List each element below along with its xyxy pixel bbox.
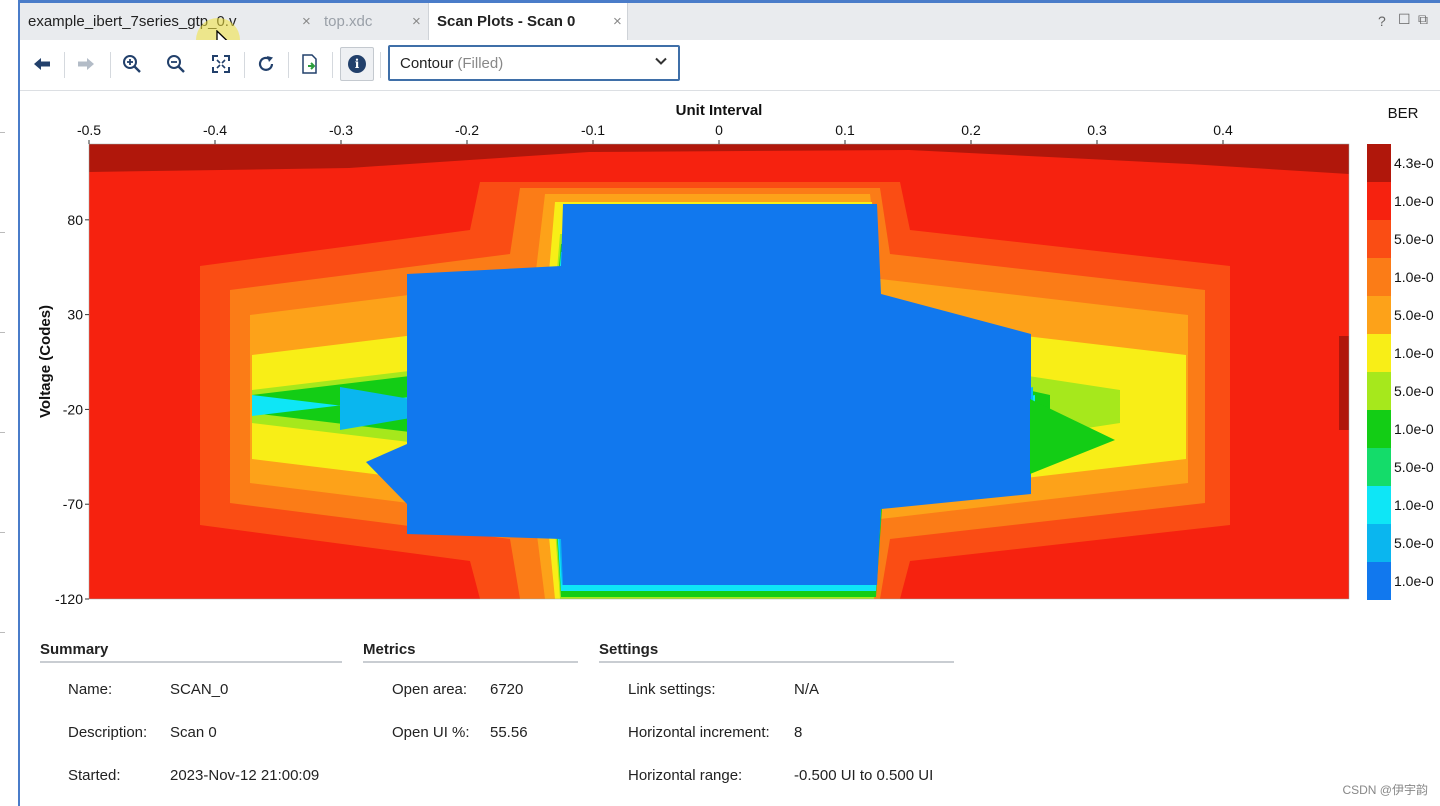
metrics-divider [363,661,578,663]
legend-label: 4.3e-0 [1394,155,1434,171]
left-dock-strip [0,0,20,806]
legend-label: 1.0e-0 [1394,193,1434,209]
settings-h-increment-label: Horizontal increment: [628,724,770,741]
legend-title: BER [1388,105,1419,122]
settings-h-increment-value: 8 [794,724,803,741]
legend-label: 5.0e-0 [1394,307,1434,323]
y-tick-label: -120 [55,591,83,607]
plot-toolbar: i Contour (Filled) [20,40,1440,91]
contour-plot[interactable]: Unit Interval -0.5 -0.4 -0.3 -0.2 -0.1 0 0.1 0.2… [20,91,1440,626]
back-arrow-icon[interactable] [26,48,58,80]
legend-label: 5.0e-0 [1394,231,1434,247]
zoom-in-icon[interactable] [116,48,148,80]
metrics-open-ui-value: 55.56 [490,724,528,741]
summary-name-label: Name: [68,681,113,698]
zoom-fit-icon[interactable] [205,48,237,80]
legend-label: 5.0e-0 [1394,383,1434,399]
x-tick-label: -0.1 [581,122,605,138]
legend-swatch [1367,410,1391,448]
plot-type-qualifier: (Filled) [457,54,504,72]
legend-swatch [1367,144,1391,182]
legend-swatch [1367,448,1391,486]
chevron-down-icon [655,57,667,65]
scan-summary-panel: Summary Name: SCAN_0 Description: Scan 0… [20,630,1440,806]
forward-arrow-icon[interactable] [70,48,102,80]
info-icon[interactable]: i [340,47,374,81]
tab-example-ibert[interactable]: example_ibert_7series_gtp_0.v × [20,3,320,40]
x-tick-label: 0 [715,122,723,138]
x-tick-label: 0.4 [1213,122,1233,138]
watermark: CSDN @伊宇韵 [1342,783,1428,797]
legend-swatch [1367,182,1391,220]
x-tick-label: -0.3 [329,122,353,138]
y-axis-label: Voltage (Codes) [37,305,54,418]
eye-scan-plot-area: Unit Interval -0.5 -0.4 -0.3 -0.2 -0.1 0 0.1 0.2… [20,91,1440,626]
export-icon[interactable] [294,48,326,80]
x-tick-label: -0.5 [77,122,101,138]
legend-label: 5.0e-0 [1394,459,1434,475]
summary-started-label: Started: [68,767,121,784]
legend-label: 1.0e-0 [1394,345,1434,361]
summary-name-value: SCAN_0 [170,681,229,698]
x-tick-label: -0.4 [203,122,227,138]
x-tick-label: 0.3 [1087,122,1107,138]
legend-swatch [1367,258,1391,296]
tab-top-xdc[interactable]: top.xdc × [316,3,428,40]
settings-heading: Settings [599,641,659,658]
float-icon[interactable]: ⧉ [1418,11,1428,28]
summary-divider [40,661,342,663]
legend-swatch [1367,296,1391,334]
summary-description-label: Description: [68,724,148,741]
tab-label: Scan Plots - Scan 0 [437,13,576,30]
x-tick-label: 0.2 [961,122,981,138]
x-tick-label: -0.2 [455,122,479,138]
metrics-open-area-value: 6720 [490,681,524,698]
plot-type-value: Contour [400,54,454,72]
close-icon[interactable]: × [412,13,421,30]
legend-label: 1.0e-0 [1394,497,1434,513]
legend-label: 5.0e-0 [1394,535,1434,551]
summary-heading: Summary [40,641,109,658]
x-axis-label: Unit Interval [676,102,763,119]
settings-h-range-label: Horizontal range: [628,767,743,784]
metrics-open-area-label: Open area: [392,681,468,698]
legend-swatch [1367,372,1391,410]
legend-swatch [1367,524,1391,562]
contour-band-right [1339,336,1349,430]
settings-divider [599,661,954,663]
plot-type-dropdown[interactable]: Contour (Filled) [388,45,680,81]
summary-description-value: Scan 0 [170,724,217,741]
x-tick-label: 0.1 [835,122,855,138]
metrics-open-ui-label: Open UI %: [392,724,470,741]
y-tick-label: 80 [67,212,83,228]
metrics-heading: Metrics [363,641,416,658]
y-tick-label: -20 [63,401,83,417]
help-icon[interactable]: ? [1378,13,1386,29]
refresh-icon[interactable] [250,48,282,80]
tab-scan-plots[interactable]: Scan Plots - Scan 0 × [428,3,628,40]
settings-link-value: N/A [794,681,820,698]
settings-link-label: Link settings: [628,681,716,698]
close-icon[interactable]: × [613,13,622,30]
y-tick-label: 30 [67,307,83,323]
y-tick-label: -70 [63,496,83,512]
legend-swatch [1367,562,1391,600]
summary-started-value: 2023-Nov-12 21:00:09 [170,767,320,784]
tab-label: top.xdc [324,13,373,30]
settings-h-range-value: -0.500 UI to 0.500 UI [794,767,934,784]
restore-icon[interactable]: ☐ [1398,11,1411,28]
legend-swatch [1367,334,1391,372]
zoom-out-icon[interactable] [160,48,192,80]
legend-swatch [1367,220,1391,258]
close-icon[interactable]: × [302,13,311,30]
legend-swatch [1367,486,1391,524]
legend-label: 1.0e-0 [1394,573,1434,589]
legend-label: 1.0e-0 [1394,421,1434,437]
legend-label: 1.0e-0 [1394,269,1434,285]
